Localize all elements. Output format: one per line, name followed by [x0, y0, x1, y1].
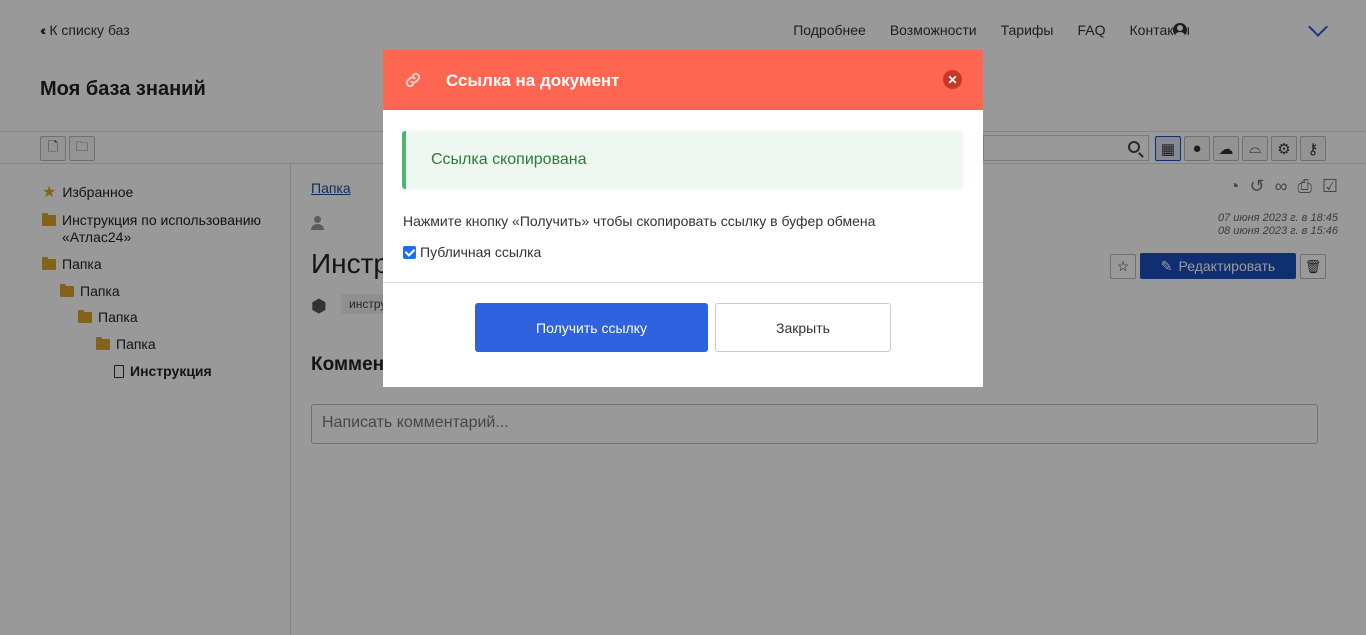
modal-header: Ссылка на документ ✕: [383, 50, 983, 110]
public-link-checkbox-row[interactable]: Публичная ссылка: [403, 244, 541, 260]
public-link-checkbox[interactable]: [403, 245, 416, 259]
close-button[interactable]: Закрыть: [715, 303, 891, 352]
success-alert: Ссылка скопирована: [402, 131, 963, 189]
get-link-button[interactable]: Получить ссылку: [475, 303, 708, 352]
alert-text: Ссылка скопирована: [431, 151, 587, 168]
public-link-label: Публичная ссылка: [420, 244, 542, 260]
modal-divider: [383, 282, 983, 283]
modal-title: Ссылка на документ: [446, 71, 620, 90]
hint-text: Нажмите кнопку «Получить» чтобы скопиров…: [403, 213, 876, 229]
close-icon[interactable]: ✕: [943, 70, 962, 89]
document-link-modal: Ссылка на документ ✕ Ссылка скопирована …: [383, 50, 983, 387]
link-icon: [405, 72, 421, 88]
